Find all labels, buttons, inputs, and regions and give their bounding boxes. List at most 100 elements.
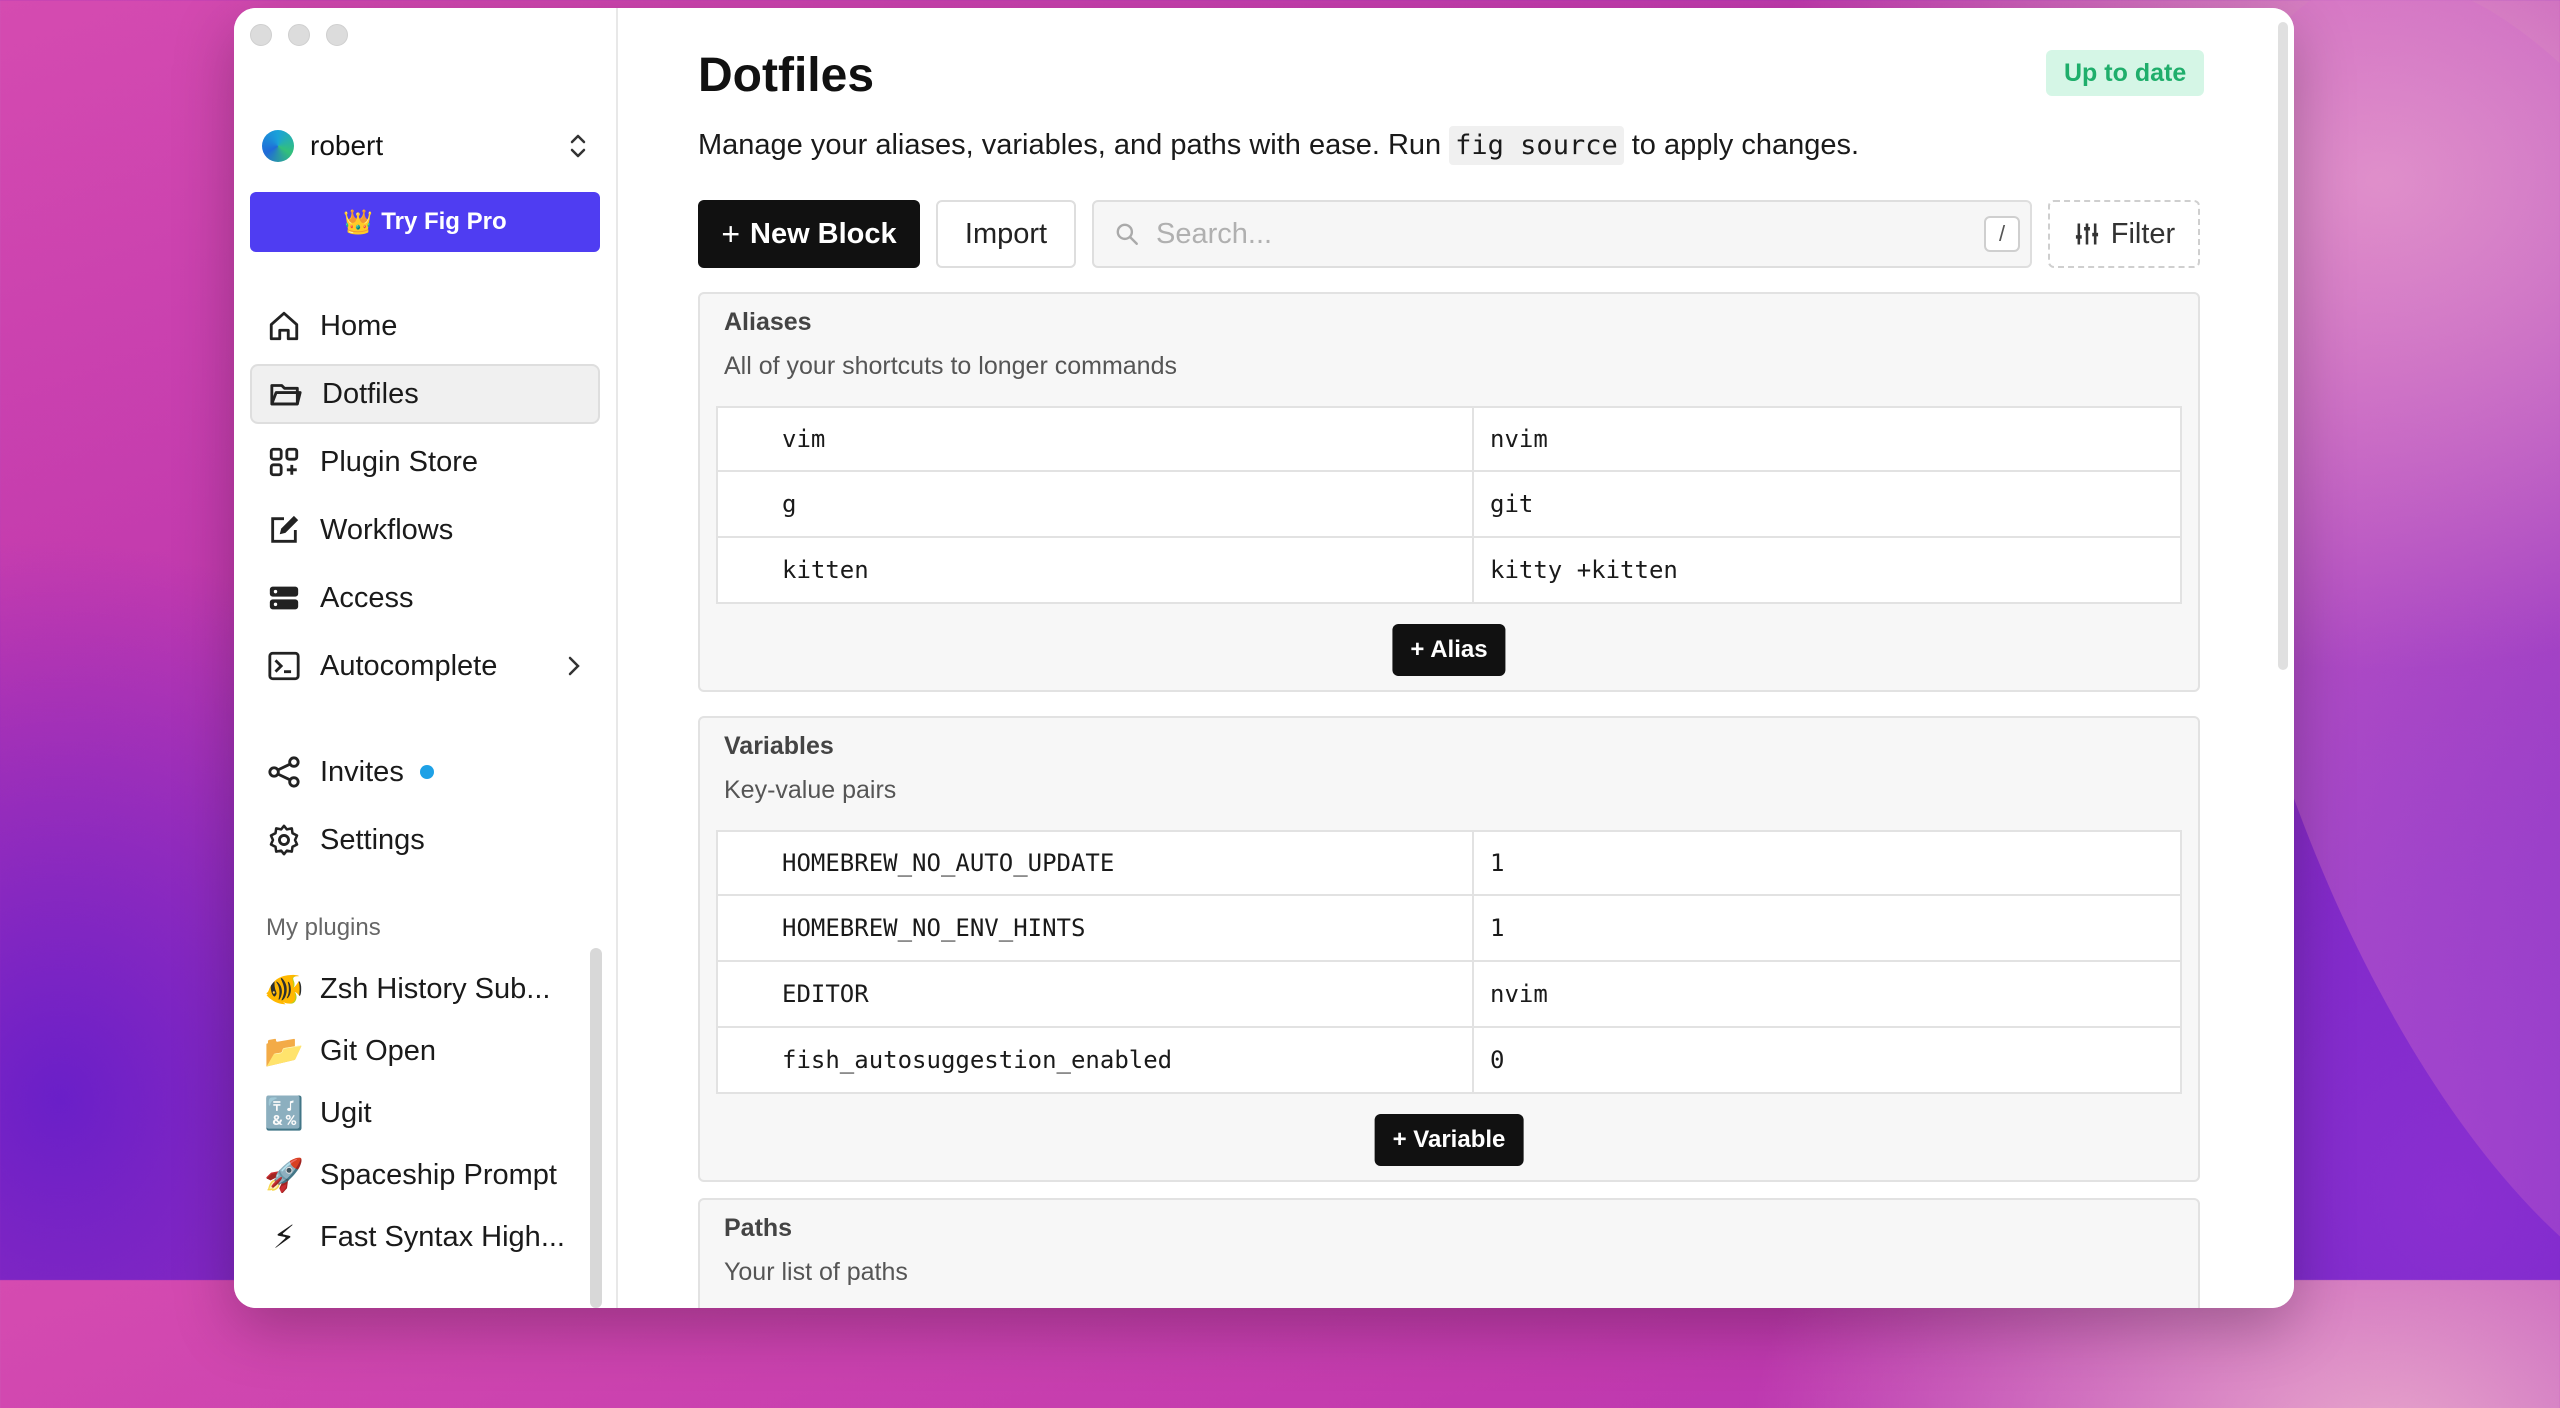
add-alias-button[interactable]: + Alias — [1392, 624, 1506, 676]
page-description: Manage your aliases, variables, and path… — [698, 126, 1859, 165]
search-box[interactable]: / — [1092, 200, 2032, 268]
variable-value[interactable]: 1 — [1474, 896, 2180, 960]
block-subtitle: All of your shortcuts to longer commands — [724, 352, 1177, 380]
table-row: vim nvim — [716, 406, 2182, 472]
variable-value[interactable]: 1 — [1474, 832, 2180, 894]
command-code: fig source — [1449, 126, 1624, 165]
edit-icon — [266, 512, 302, 548]
sidebar-item-dotfiles[interactable]: Dotfiles — [250, 364, 600, 424]
plus-icon: + — [721, 215, 740, 252]
variables-block: Variables Key-value pairs HOMEBREW_NO_AU… — [698, 716, 2200, 1182]
home-icon — [266, 308, 302, 344]
table-row: fish_autosuggestion_enabled 0 — [716, 1028, 2182, 1094]
new-block-label: New Block — [750, 217, 897, 250]
page-title: Dotfiles — [698, 49, 875, 102]
variables-table: HOMEBREW_NO_AUTO_UPDATE 1 HOMEBREW_NO_EN… — [716, 830, 2182, 1094]
alias-value[interactable]: nvim — [1474, 408, 2180, 470]
variable-key[interactable]: fish_autosuggestion_enabled — [718, 1028, 1474, 1092]
table-row: EDITOR nvim — [716, 962, 2182, 1028]
search-icon — [1116, 223, 1138, 245]
main-scrollbar[interactable] — [2278, 22, 2288, 670]
block-subtitle: Key-value pairs — [724, 776, 897, 804]
main-content: Dotfiles Up to date Manage your aliases,… — [618, 8, 2294, 1308]
add-variable-button[interactable]: + Variable — [1374, 1114, 1524, 1166]
search-input[interactable] — [1154, 216, 1938, 252]
folder-icon — [268, 376, 304, 412]
plugin-label: Ugit — [320, 1096, 372, 1129]
table-row: HOMEBREW_NO_ENV_HINTS 1 — [716, 896, 2182, 962]
alias-key[interactable]: g — [718, 472, 1474, 536]
plugin-item[interactable]: 🔣 Ugit — [262, 1082, 592, 1144]
sidebar-item-autocomplete[interactable]: Autocomplete — [250, 636, 600, 696]
sidebar-item-invites[interactable]: Invites — [250, 742, 600, 802]
plugin-label: Zsh History Sub... — [320, 972, 551, 1005]
zoom-window-button[interactable] — [326, 24, 348, 46]
block-title: Paths — [724, 1214, 793, 1242]
close-window-button[interactable] — [250, 24, 272, 46]
sidebar-item-label: Access — [320, 581, 414, 614]
variable-key[interactable]: HOMEBREW_NO_AUTO_UPDATE — [718, 832, 1474, 894]
sidebar-item-home[interactable]: Home — [250, 296, 600, 356]
block-title: Aliases — [724, 308, 812, 336]
description-text: Manage your aliases, variables, and path… — [698, 129, 1442, 161]
paths-block: Paths Your list of paths — [698, 1198, 2200, 1308]
alias-value[interactable]: kitty +kitten — [1474, 538, 2180, 602]
block-subtitle: Your list of paths — [724, 1258, 908, 1286]
terminal-icon — [266, 648, 302, 684]
plugin-item[interactable]: 📂 Git Open — [262, 1020, 592, 1082]
import-button[interactable]: Import — [936, 200, 1076, 268]
sliders-icon — [2075, 223, 2098, 245]
block-title: Variables — [724, 732, 834, 760]
plugin-item[interactable]: ⚡ Fast Syntax High... — [262, 1206, 592, 1268]
keyboard-shortcut-hint: / — [1984, 216, 2020, 252]
try-fig-pro-button[interactable]: 👑 Try Fig Pro — [250, 192, 600, 252]
toolbar: + New Block Import / Filter — [698, 200, 2200, 268]
plugin-item[interactable]: 🐠 Zsh History Sub... — [262, 958, 592, 1020]
lightning-icon: ⚡ — [272, 1219, 296, 1255]
alias-key[interactable]: vim — [718, 408, 1474, 470]
table-row: HOMEBREW_NO_AUTO_UPDATE 1 — [716, 830, 2182, 896]
table-row: g git — [716, 472, 2182, 538]
variable-key[interactable]: EDITOR — [718, 962, 1474, 1026]
avatar — [262, 130, 294, 162]
chevron-right-icon[interactable] — [564, 654, 584, 678]
plugin-list: 🐠 Zsh History Sub... 📂 Git Open 🔣 Ugit 🚀… — [262, 958, 592, 1268]
plugin-item[interactable]: 🚀 Spaceship Prompt — [262, 1144, 592, 1206]
filter-button[interactable]: Filter — [2048, 200, 2200, 268]
plugin-label: Fast Syntax High... — [320, 1220, 565, 1253]
minimize-window-button[interactable] — [288, 24, 310, 46]
sidebar-item-label: Plugin Store — [320, 445, 478, 478]
crown-icon: 👑 — [343, 208, 374, 236]
sidebar-nav: Home Dotfiles Plugin Store Workflows Acc… — [250, 296, 600, 704]
sidebar-item-plugin-store[interactable]: Plugin Store — [250, 432, 600, 492]
app-window: robert 👑 Try Fig Pro Home Dotfiles Plugi… — [234, 8, 2294, 1308]
plugin-label: Git Open — [320, 1034, 437, 1067]
sidebar-item-label: Dotfiles — [322, 377, 419, 410]
variable-value[interactable]: 0 — [1474, 1028, 2180, 1092]
window-controls — [250, 24, 348, 46]
sidebar-item-settings[interactable]: Settings — [250, 810, 600, 870]
folder-icon: 📂 — [264, 1033, 304, 1069]
sidebar: robert 👑 Try Fig Pro Home Dotfiles Plugi… — [234, 8, 618, 1308]
new-block-button[interactable]: + New Block — [698, 200, 920, 268]
chevron-up-down-icon — [570, 134, 586, 158]
sidebar-item-label: Autocomplete — [320, 649, 498, 682]
sidebar-item-workflows[interactable]: Workflows — [250, 500, 600, 560]
sidebar-item-label: Home — [320, 309, 398, 342]
fish-icon: 🐠 — [264, 971, 304, 1007]
account-switcher[interactable]: robert — [262, 124, 590, 168]
table-row: kitten kitty +kitten — [716, 538, 2182, 604]
variable-value[interactable]: nvim — [1474, 962, 2180, 1026]
notification-dot — [419, 765, 434, 779]
try-fig-pro-label: Try Fig Pro — [381, 208, 507, 235]
sidebar-item-label: Invites — [320, 755, 404, 788]
alias-value[interactable]: git — [1474, 472, 2180, 536]
grid-plus-icon — [266, 444, 302, 480]
my-plugins-heading: My plugins — [266, 914, 381, 941]
sidebar-item-label: Workflows — [320, 513, 454, 546]
alias-key[interactable]: kitten — [718, 538, 1474, 602]
sidebar-item-label: Settings — [320, 823, 425, 856]
variable-key[interactable]: HOMEBREW_NO_ENV_HINTS — [718, 896, 1474, 960]
sidebar-item-access[interactable]: Access — [250, 568, 600, 628]
sidebar-scrollbar[interactable] — [590, 948, 602, 1308]
